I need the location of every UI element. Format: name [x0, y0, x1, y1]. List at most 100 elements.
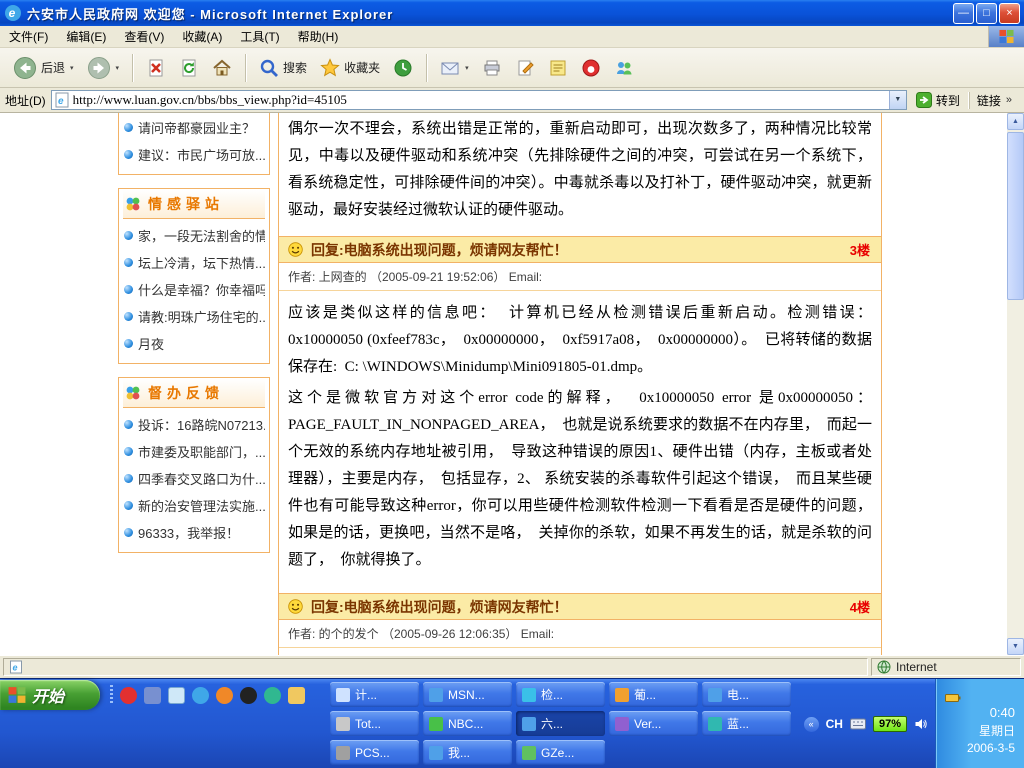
task-button[interactable]: 电... — [702, 682, 791, 707]
sidebar-link[interactable]: 96333，我举报！ — [123, 519, 265, 546]
address-dropdown-button[interactable]: ▼ — [889, 91, 906, 109]
scroll-up-button[interactable]: ▲ — [1007, 113, 1024, 130]
section-header: 情感驿站 — [123, 190, 265, 219]
task-button[interactable]: 计... — [330, 682, 419, 707]
tray-chevron-icon[interactable]: « — [804, 717, 819, 732]
menu-favorites[interactable]: 收藏(A) — [173, 25, 231, 48]
scroll-down-button[interactable]: ▼ — [1007, 638, 1024, 655]
sidebar-box-recent: 请问帝都豪园业主？ 建议：市民广场可放... — [118, 113, 270, 175]
star-icon — [320, 58, 340, 78]
media-player-icon[interactable] — [216, 687, 233, 704]
folder-icon[interactable] — [288, 687, 305, 704]
show-desktop-icon[interactable] — [168, 687, 185, 704]
floppy-save-icon[interactable] — [144, 687, 161, 704]
edit-button[interactable] — [510, 55, 540, 81]
section-header: 督办反馈 — [123, 379, 265, 408]
notepad-button[interactable] — [543, 55, 573, 81]
sidebar-link[interactable]: 市建委及职能部门，... — [123, 438, 265, 465]
messenger-button[interactable] — [609, 55, 639, 81]
task-button[interactable]: 蓝... — [702, 711, 791, 736]
favorites-button[interactable]: 收藏夹 — [315, 55, 385, 81]
task-button[interactable]: PCS... — [330, 740, 419, 765]
task-button[interactable]: 葡... — [609, 682, 698, 707]
address-label: 地址(D) — [5, 92, 46, 109]
reply-title: 回复:电脑系统出现问题，烦请网友帮忙！ — [311, 597, 843, 617]
vertical-scrollbar[interactable]: ▲ ▼ — [1007, 113, 1024, 655]
address-input[interactable]: e http://www.luan.gov.cn/bbs/bbs_view.ph… — [51, 90, 907, 110]
sidebar-link[interactable]: 请教:明珠广场住宅的... — [123, 303, 265, 330]
qq-penguin-icon[interactable] — [240, 687, 257, 704]
sidebar-link[interactable]: 坛上冷清，坛下热情... — [123, 249, 265, 276]
msn-icon[interactable] — [264, 687, 281, 704]
sidebar-link-label: 坛上冷清，坛下热情... — [138, 253, 265, 272]
reply-author-line: 作者: 的个的发个 （2005-09-26 12:06:35） Email: — [279, 620, 881, 648]
menu-view[interactable]: 查看(V) — [115, 25, 173, 48]
stop-button[interactable] — [141, 55, 171, 81]
mail-dropdown-icon[interactable]: ▾ — [465, 64, 469, 72]
task-button[interactable]: NBC... — [423, 711, 512, 736]
menu-tools[interactable]: 工具(T) — [231, 25, 288, 48]
taskbar: 开始 计... MSN... 检... 葡... 电... Tot... NBC… — [0, 678, 1024, 768]
back-button[interactable]: 后退 ▾ — [8, 53, 79, 83]
status-bar: e Internet — [0, 655, 1024, 678]
sidebar-link[interactable]: 什么是幸福？你幸福吗？ — [123, 276, 265, 303]
messenger-icon — [614, 58, 634, 78]
sidebar-link[interactable]: 请问帝都豪园业主？ — [123, 114, 265, 141]
sidebar-link[interactable]: 家，一段无法割舍的情感 — [123, 222, 265, 249]
task-button-active[interactable]: 六... — [516, 711, 605, 736]
task-icon — [522, 688, 536, 702]
back-dropdown-icon[interactable]: ▾ — [70, 64, 74, 72]
tray-battery-icon — [945, 693, 961, 703]
fetion-icon[interactable] — [120, 687, 137, 704]
sidebar-link[interactable]: 月夜 — [123, 330, 265, 357]
qq-button[interactable] — [576, 55, 606, 81]
smiley-icon — [287, 241, 304, 258]
clock-time: 0:40 — [990, 705, 1015, 720]
menu-file[interactable]: 文件(F) — [0, 25, 57, 48]
task-button[interactable]: 检... — [516, 682, 605, 707]
search-button[interactable]: 搜索 — [254, 55, 312, 81]
close-button[interactable]: × — [999, 3, 1020, 24]
bullet-icon — [124, 447, 133, 456]
ime-keyboard-icon[interactable] — [850, 718, 866, 730]
search-icon — [259, 58, 279, 78]
task-button[interactable]: Ver... — [609, 711, 698, 736]
language-indicator[interactable]: CH — [826, 717, 843, 731]
task-button[interactable]: MSN... — [423, 682, 512, 707]
menu-edit[interactable]: 编辑(E) — [57, 25, 115, 48]
sidebar-link[interactable]: 新的治安管理法实施... — [123, 492, 265, 519]
history-button[interactable] — [388, 55, 418, 81]
mail-button[interactable]: ▾ — [435, 55, 474, 81]
refresh-button[interactable] — [174, 55, 204, 81]
bullet-icon — [124, 420, 133, 429]
forward-dropdown-icon[interactable]: ▾ — [116, 64, 120, 72]
task-buttons: 计... MSN... 检... 葡... 电... Tot... NBC...… — [330, 682, 800, 765]
volume-icon[interactable] — [914, 717, 928, 731]
menu-help[interactable]: 帮助(H) — [289, 25, 348, 48]
print-button[interactable] — [477, 55, 507, 81]
sidebar-link[interactable]: 四季春交叉路口为什... — [123, 465, 265, 492]
toolbar-grip[interactable] — [110, 685, 113, 705]
task-button[interactable]: 我... — [423, 740, 512, 765]
browser-content-area: 请问帝都豪园业主？ 建议：市民广场可放... 情感驿站 家，一段无法割舍的情 — [0, 113, 1024, 655]
task-button[interactable]: Tot... — [330, 711, 419, 736]
links-chevron-icon[interactable]: » — [1006, 94, 1012, 106]
scrollbar-thumb[interactable] — [1007, 132, 1024, 300]
links-bar[interactable]: 链接 » — [969, 92, 1019, 109]
sidebar-link[interactable]: 建议：市民广场可放... — [123, 141, 265, 168]
clock-panel[interactable]: 0:40 星期日 2006-3-5 — [935, 679, 1024, 768]
task-button[interactable]: GZe... — [516, 740, 605, 765]
sidebar-link-label: 什么是幸福？你幸福吗？ — [138, 280, 265, 299]
home-button[interactable] — [207, 55, 237, 81]
go-button[interactable]: 转到 — [912, 91, 964, 110]
url-text: http://www.luan.gov.cn/bbs/bbs_view.php?… — [73, 92, 885, 108]
ie-quicklaunch-icon[interactable] — [192, 687, 209, 704]
battery-indicator[interactable]: 97% — [873, 716, 907, 732]
reply-author-line: 作者: 上网查的 （2005-09-21 19:52:06） Email: — [279, 263, 881, 291]
menu-bar: 文件(F) 编辑(E) 查看(V) 收藏(A) 工具(T) 帮助(H) — [0, 26, 1024, 48]
start-button[interactable]: 开始 — [0, 680, 100, 710]
minimize-button[interactable]: — — [953, 3, 974, 24]
forward-button[interactable]: ▾ — [82, 53, 125, 83]
sidebar-link[interactable]: 投诉：16路皖N07213... — [123, 411, 265, 438]
maximize-button[interactable]: □ — [976, 3, 997, 24]
